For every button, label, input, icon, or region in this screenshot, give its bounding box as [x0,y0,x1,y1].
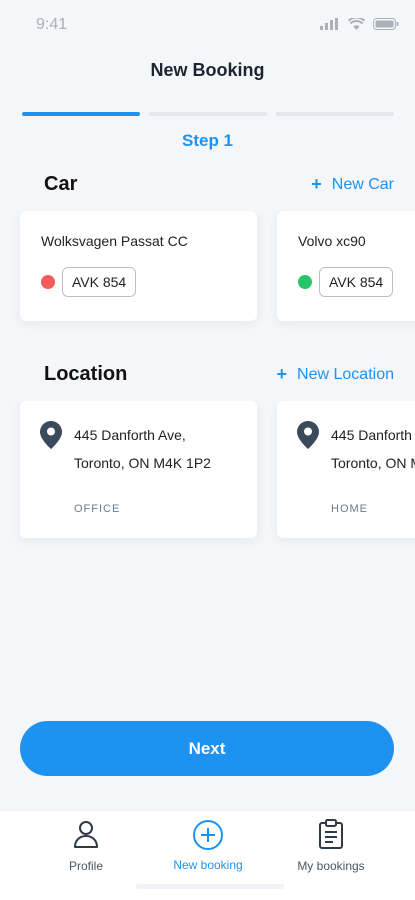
status-dot [41,275,55,289]
tab-new-booking[interactable]: New booking [139,819,277,872]
car-name: Volvo xc90 [298,233,366,249]
car-plate-row: AVK 854 [41,267,137,297]
car-card[interactable]: Volvo xc90 AVK 854 [277,211,415,321]
location-section-header: Location + New Location [44,363,394,386]
location-card[interactable]: 445 Danforth Ave, Toronto, ON M4K 1P2 OF… [20,401,257,538]
address: 445 Danforth Ave, Toronto, ON M4K 1P2 [331,421,415,477]
license-plate: AVK 854 [319,267,394,297]
license-plate: AVK 854 [62,267,137,297]
location-tag: HOME [331,503,368,515]
location-list[interactable]: 445 Danforth Ave, Toronto, ON M4K 1P2 OF… [0,401,415,546]
next-button[interactable]: Next [20,721,394,776]
address: 445 Danforth Ave, Toronto, ON M4K 1P2 [74,421,211,477]
step-label: Step 1 [181,131,234,150]
new-car-button[interactable]: + New Car [311,174,394,195]
tab-my-bookings[interactable]: My bookings [262,819,400,873]
tab-profile[interactable]: Profile [17,819,155,873]
status-time: 9:41 [36,16,68,33]
home-indicator [136,884,284,889]
plus-icon: + [311,174,322,194]
clipboard-icon [319,819,343,849]
location-card[interactable]: 445 Danforth Ave, Toronto, ON M4K 1P2 HO… [277,401,415,538]
location-pin-icon [40,421,62,449]
tab-label: Profile [68,859,103,873]
new-location-label: New Location [297,365,394,383]
step-bar-1 [22,112,140,116]
page-title: New Booking [150,60,265,80]
tab-label: New booking [173,858,243,872]
tab-label: My bookings [297,859,365,873]
step-bar-2 [149,112,267,116]
signal-icon [320,18,338,30]
address-line-1: 445 Danforth Ave, [331,427,415,443]
status-dot [298,275,312,289]
car-section-title: Car [44,173,78,195]
person-icon [74,821,98,848]
car-plate-row: AVK 854 [298,267,394,297]
battery-icon [373,18,399,30]
car-card[interactable]: Wolksvagen Passat CC AVK 854 [20,211,257,321]
wifi-icon [348,18,365,30]
car-name: Wolksvagen Passat CC [41,233,188,249]
car-section-header: Car + New Car [44,173,394,196]
step-progress [22,112,394,116]
status-icons [320,18,399,30]
step-bar-3 [276,112,394,116]
car-list[interactable]: Wolksvagen Passat CC AVK 854 Volvo xc90 … [0,211,415,341]
location-section-title: Location [44,363,128,385]
address-line-2: Toronto, ON M4K 1P2 [331,455,415,471]
address-line-2: Toronto, ON M4K 1P2 [74,455,211,471]
new-car-label: New Car [331,175,394,193]
new-location-button[interactable]: + New Location [277,364,394,385]
address-line-1: 445 Danforth Ave, [74,427,186,443]
location-pin-icon [297,421,319,449]
plus-icon: + [276,364,288,384]
plus-circle-icon [193,820,223,850]
status-bar: 9:41 [0,0,415,50]
location-tag: OFFICE [74,503,121,515]
